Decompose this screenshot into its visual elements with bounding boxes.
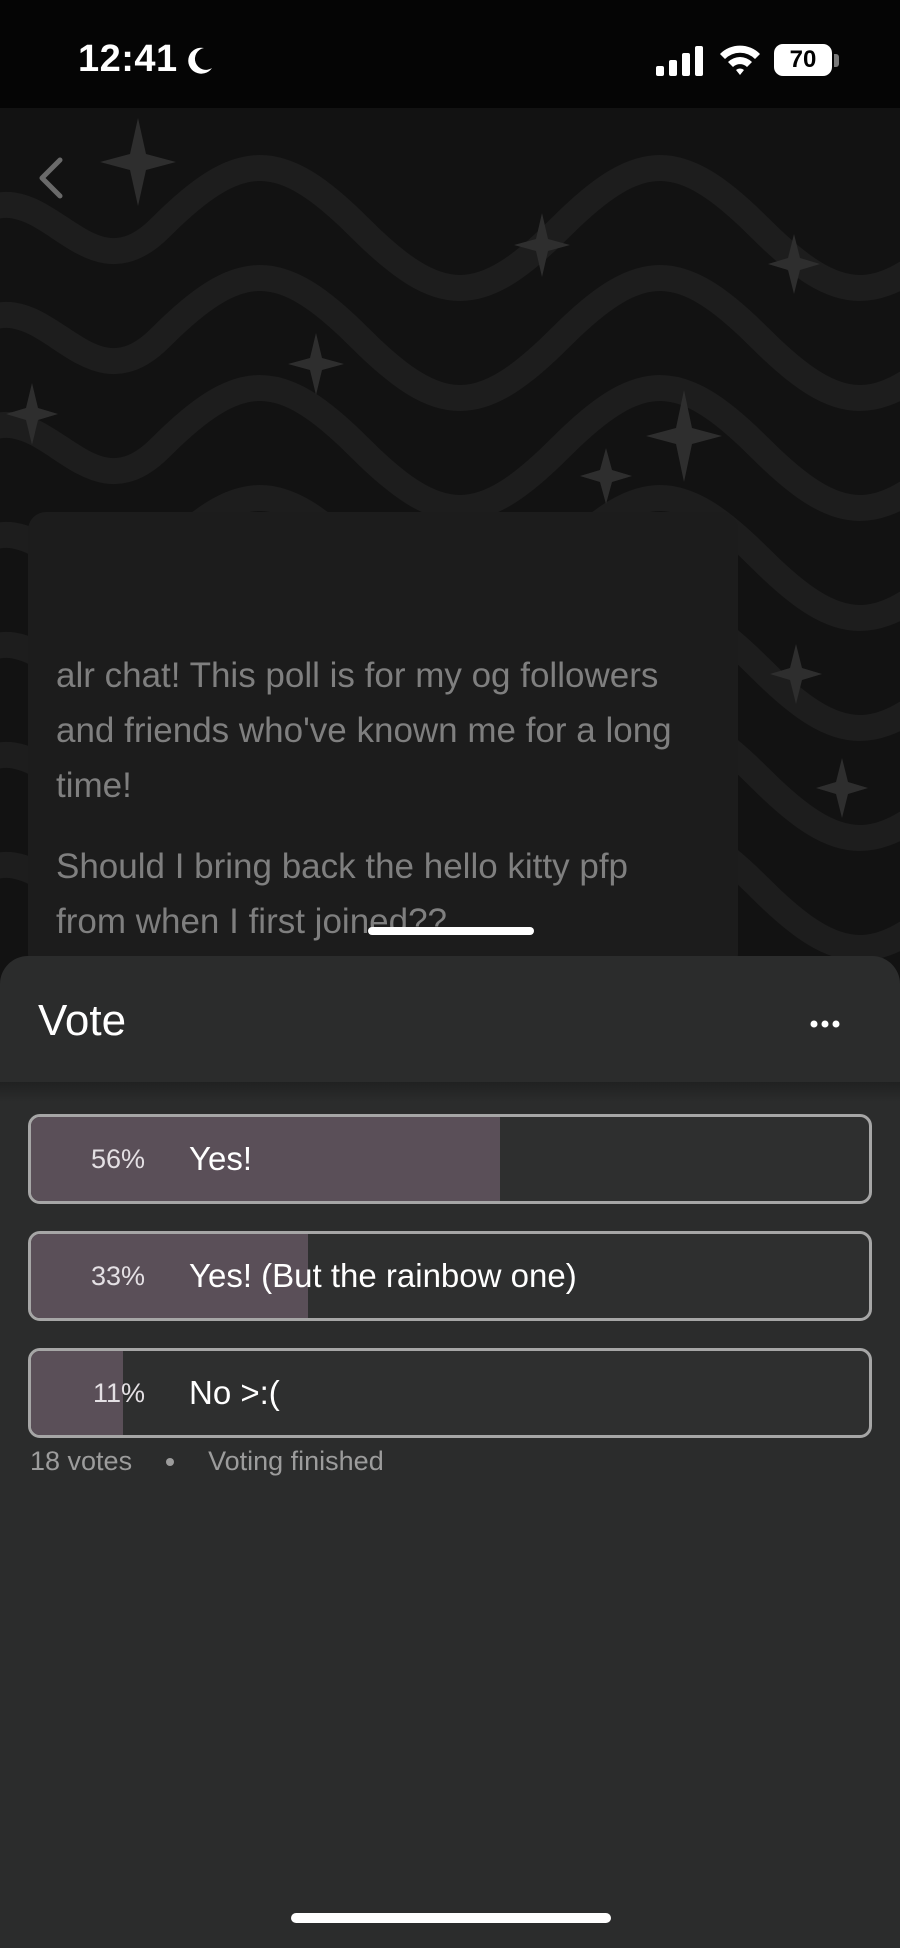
wifi-icon bbox=[720, 45, 760, 75]
poll-option-percent: 33% bbox=[90, 1261, 145, 1291]
separator-dot bbox=[166, 1457, 175, 1466]
poll-option[interactable]: 33% Yes! (But the rainbow one) bbox=[28, 1231, 872, 1321]
poll-option-percent: 11% bbox=[92, 1378, 145, 1408]
drag-handle[interactable] bbox=[368, 927, 534, 935]
sheet-header: Vote bbox=[0, 956, 900, 1084]
poll-status: Voting finished bbox=[208, 1446, 384, 1476]
sheet-title: Vote bbox=[38, 996, 127, 1045]
back-chevron-icon[interactable] bbox=[32, 148, 72, 208]
poll-options: 56% Yes! 33% Yes! (But the rainbow one) … bbox=[28, 1114, 872, 1465]
poll-option[interactable]: 56% Yes! bbox=[28, 1114, 872, 1204]
header-divider bbox=[0, 1082, 900, 1102]
post-paragraph-1: alr chat! This poll is for my og followe… bbox=[56, 656, 672, 805]
poll-meta: 18 votes Voting finished bbox=[30, 1446, 384, 1477]
poll-option[interactable]: 11% No >:( bbox=[28, 1348, 872, 1438]
cellular-signal-icon bbox=[656, 46, 703, 76]
poll-option-label: Yes! (But the rainbow one) bbox=[189, 1257, 577, 1294]
home-indicator[interactable] bbox=[291, 1913, 611, 1923]
ellipsis-icon bbox=[810, 1020, 840, 1028]
poll-option-label: No >:( bbox=[189, 1374, 280, 1411]
poll-option-percent: 56% bbox=[90, 1144, 145, 1174]
status-bar: 12:41 70 bbox=[0, 0, 900, 108]
vote-count: 18 votes bbox=[30, 1446, 133, 1476]
moon-icon bbox=[188, 47, 212, 74]
post-text: alr chat! This poll is for my og followe… bbox=[56, 648, 696, 975]
poll-option-label: Yes! bbox=[189, 1140, 253, 1177]
status-time: 12:41 bbox=[78, 38, 178, 80]
battery-indicator: 70 bbox=[774, 44, 832, 76]
more-options-button[interactable] bbox=[800, 1004, 850, 1044]
battery-tip bbox=[834, 54, 839, 67]
vote-sheet: Vote 56% Yes! 33% Yes! (But the rainbow … bbox=[0, 956, 900, 1948]
